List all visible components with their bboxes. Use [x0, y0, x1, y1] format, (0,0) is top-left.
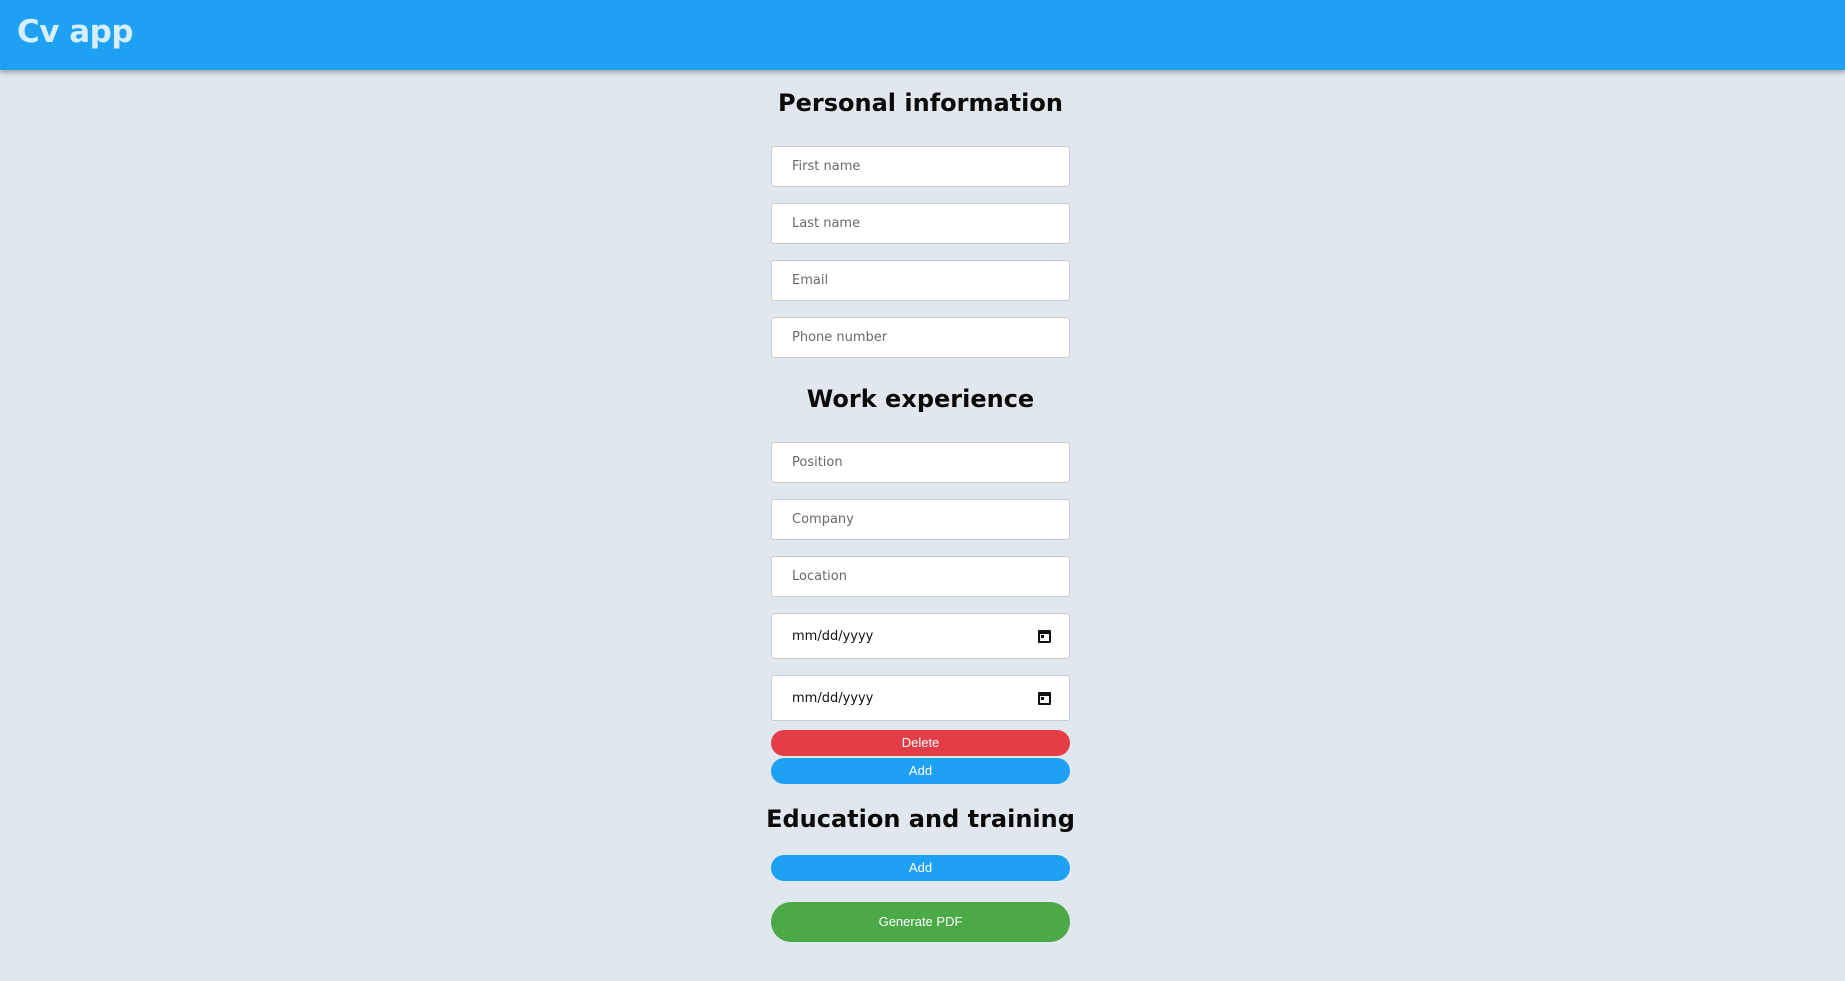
calendar-icon[interactable] — [1038, 629, 1051, 643]
add-work-experience-button[interactable]: Add — [771, 758, 1070, 784]
position-input[interactable] — [771, 442, 1070, 483]
start-date-input[interactable]: mm/dd/yyyy — [771, 613, 1070, 659]
end-date-input[interactable]: mm/dd/yyyy — [771, 675, 1070, 721]
start-date-value: mm/dd/yyyy — [792, 628, 874, 644]
add-education-button[interactable]: Add — [771, 855, 1070, 881]
generate-pdf-button[interactable]: Generate PDF — [771, 902, 1070, 942]
app-header: Cv app — [0, 0, 1845, 70]
location-input[interactable] — [771, 556, 1070, 597]
end-date-value: mm/dd/yyyy — [792, 690, 874, 706]
phone-number-input[interactable] — [771, 317, 1070, 358]
email-input[interactable] — [771, 260, 1070, 301]
last-name-input[interactable] — [771, 203, 1070, 244]
app-title: Cv app — [17, 14, 134, 50]
calendar-icon[interactable] — [1038, 691, 1051, 705]
work-experience-heading: Work experience — [806, 385, 1035, 413]
education-training-heading: Education and training — [766, 805, 1075, 833]
company-input[interactable] — [771, 499, 1070, 540]
delete-work-experience-button[interactable]: Delete — [771, 730, 1070, 756]
personal-information-heading: Personal information — [778, 89, 1063, 117]
first-name-input[interactable] — [771, 146, 1070, 187]
